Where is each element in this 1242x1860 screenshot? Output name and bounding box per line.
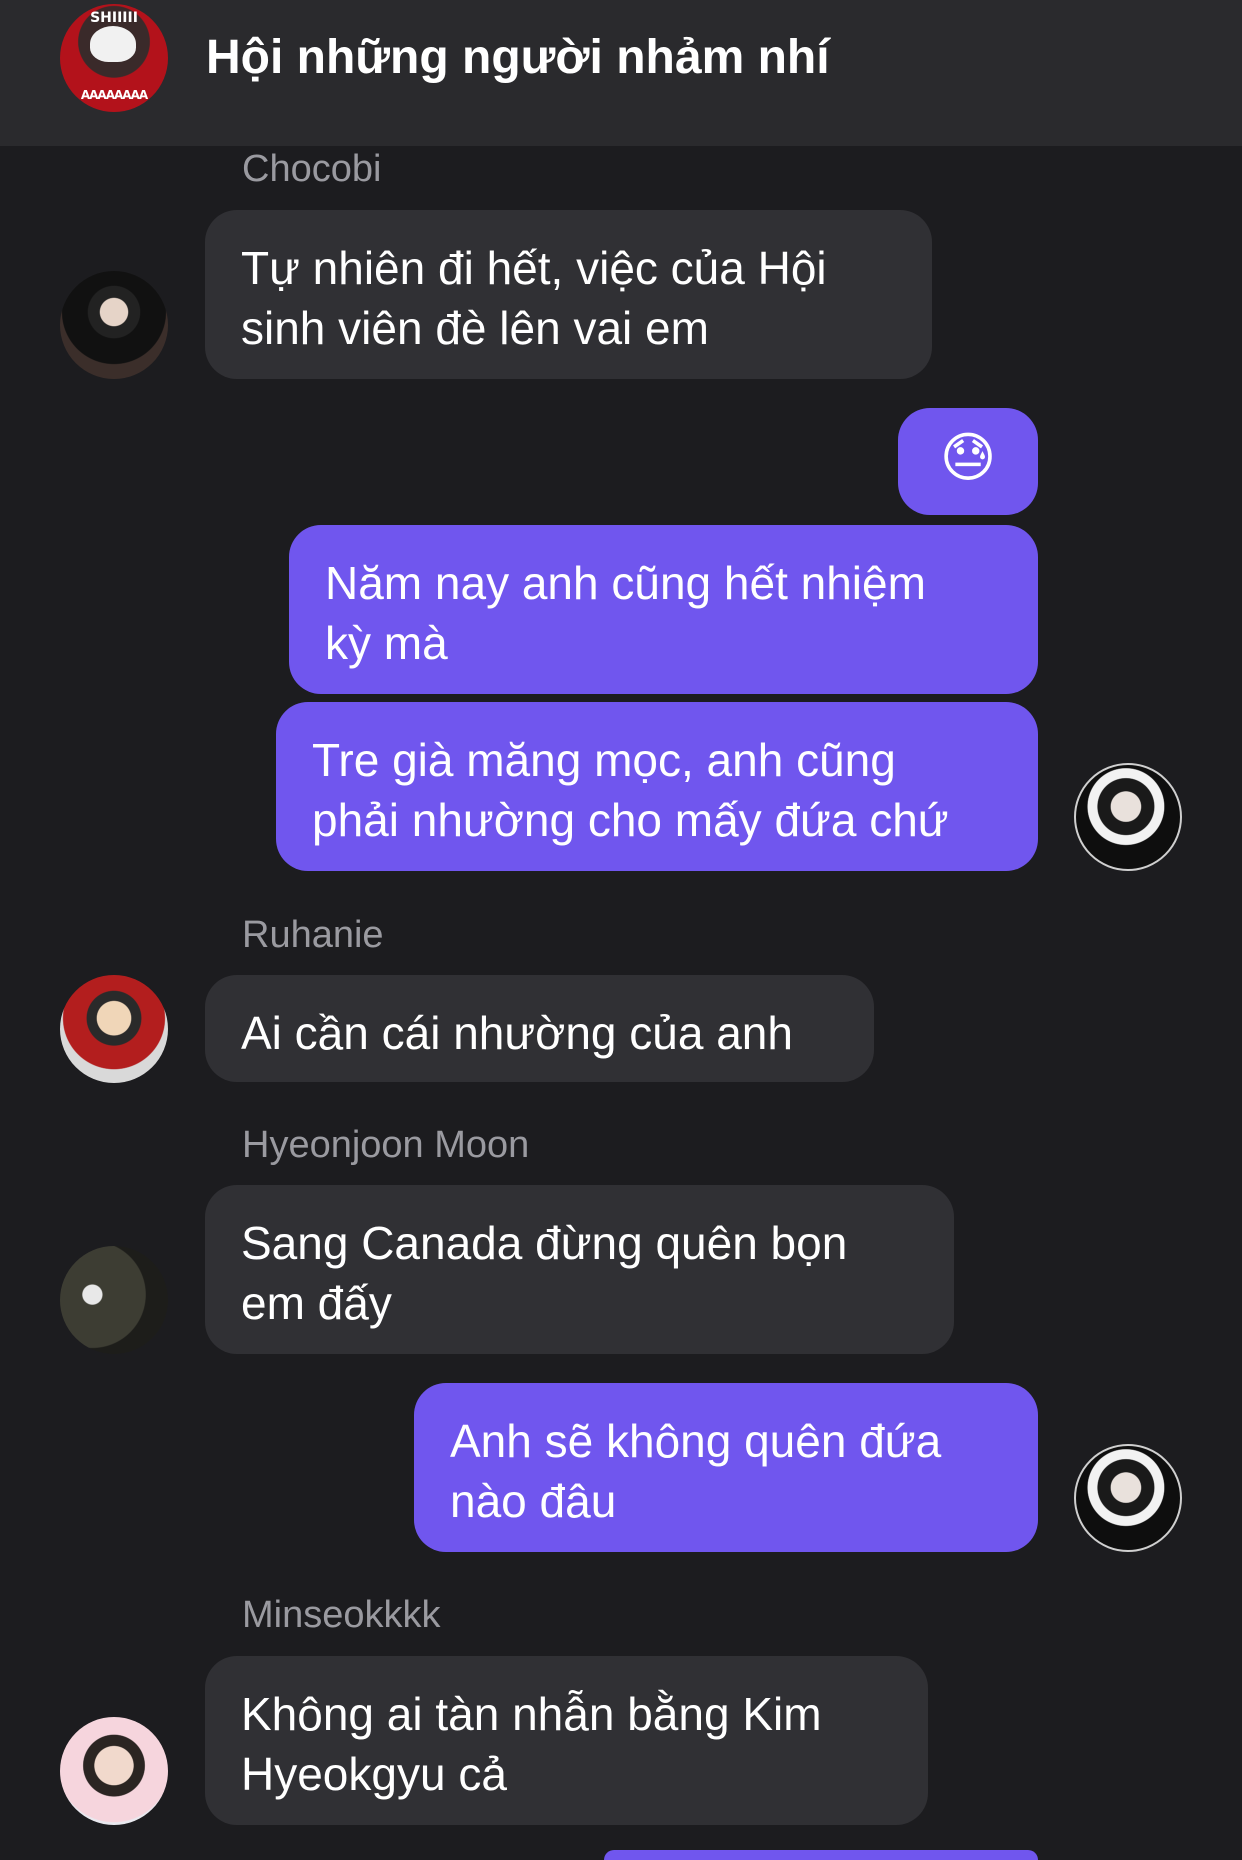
avatar[interactable] [60, 271, 168, 379]
sender-name: Chocobi [242, 148, 382, 190]
message-bubble-incoming[interactable]: Ai cần cái nhường của anh [205, 975, 874, 1082]
avatar[interactable] [60, 1246, 168, 1354]
own-avatar[interactable] [1074, 1444, 1182, 1552]
message-bubble-outgoing[interactable]: Tre già măng mọc, anh cũng phải nhường c… [276, 702, 1038, 871]
own-avatar[interactable] [1074, 763, 1182, 871]
message-bubble-outgoing-partial[interactable] [604, 1850, 1038, 1860]
avatar-text-bottom: AAAAAAAA [80, 88, 148, 102]
avatar[interactable] [60, 975, 168, 1083]
message-bubble-outgoing-emoji[interactable]: 😓 [898, 408, 1038, 515]
avatar-text-top: SHIIIII [90, 10, 138, 26]
message-bubble-incoming[interactable]: Sang Canada đừng quên bọn em đấy [205, 1185, 954, 1354]
group-title[interactable]: Hội những người nhảm nhí [206, 30, 830, 85]
message-bubble-outgoing[interactable]: Năm nay anh cũng hết nhiệm kỳ mà [289, 525, 1038, 694]
chat-header: SHIIIII AAAAAAAA Hội những người nhảm nh… [0, 0, 1242, 146]
message-bubble-incoming[interactable]: Tự nhiên đi hết, việc của Hội sinh viên … [205, 210, 932, 379]
sender-name: Ruhanie [242, 914, 384, 956]
sender-name: Minseokkkk [242, 1594, 441, 1636]
message-bubble-outgoing[interactable]: Anh sẽ không quên đứa nào đâu [414, 1383, 1038, 1552]
group-avatar[interactable]: SHIIIII AAAAAAAA [60, 4, 168, 112]
bird-image [90, 26, 136, 62]
sender-name: Hyeonjoon Moon [242, 1124, 530, 1166]
avatar[interactable] [60, 1717, 168, 1825]
message-bubble-incoming[interactable]: Không ai tàn nhẫn bằng Kim Hyeokgyu cả [205, 1656, 928, 1825]
